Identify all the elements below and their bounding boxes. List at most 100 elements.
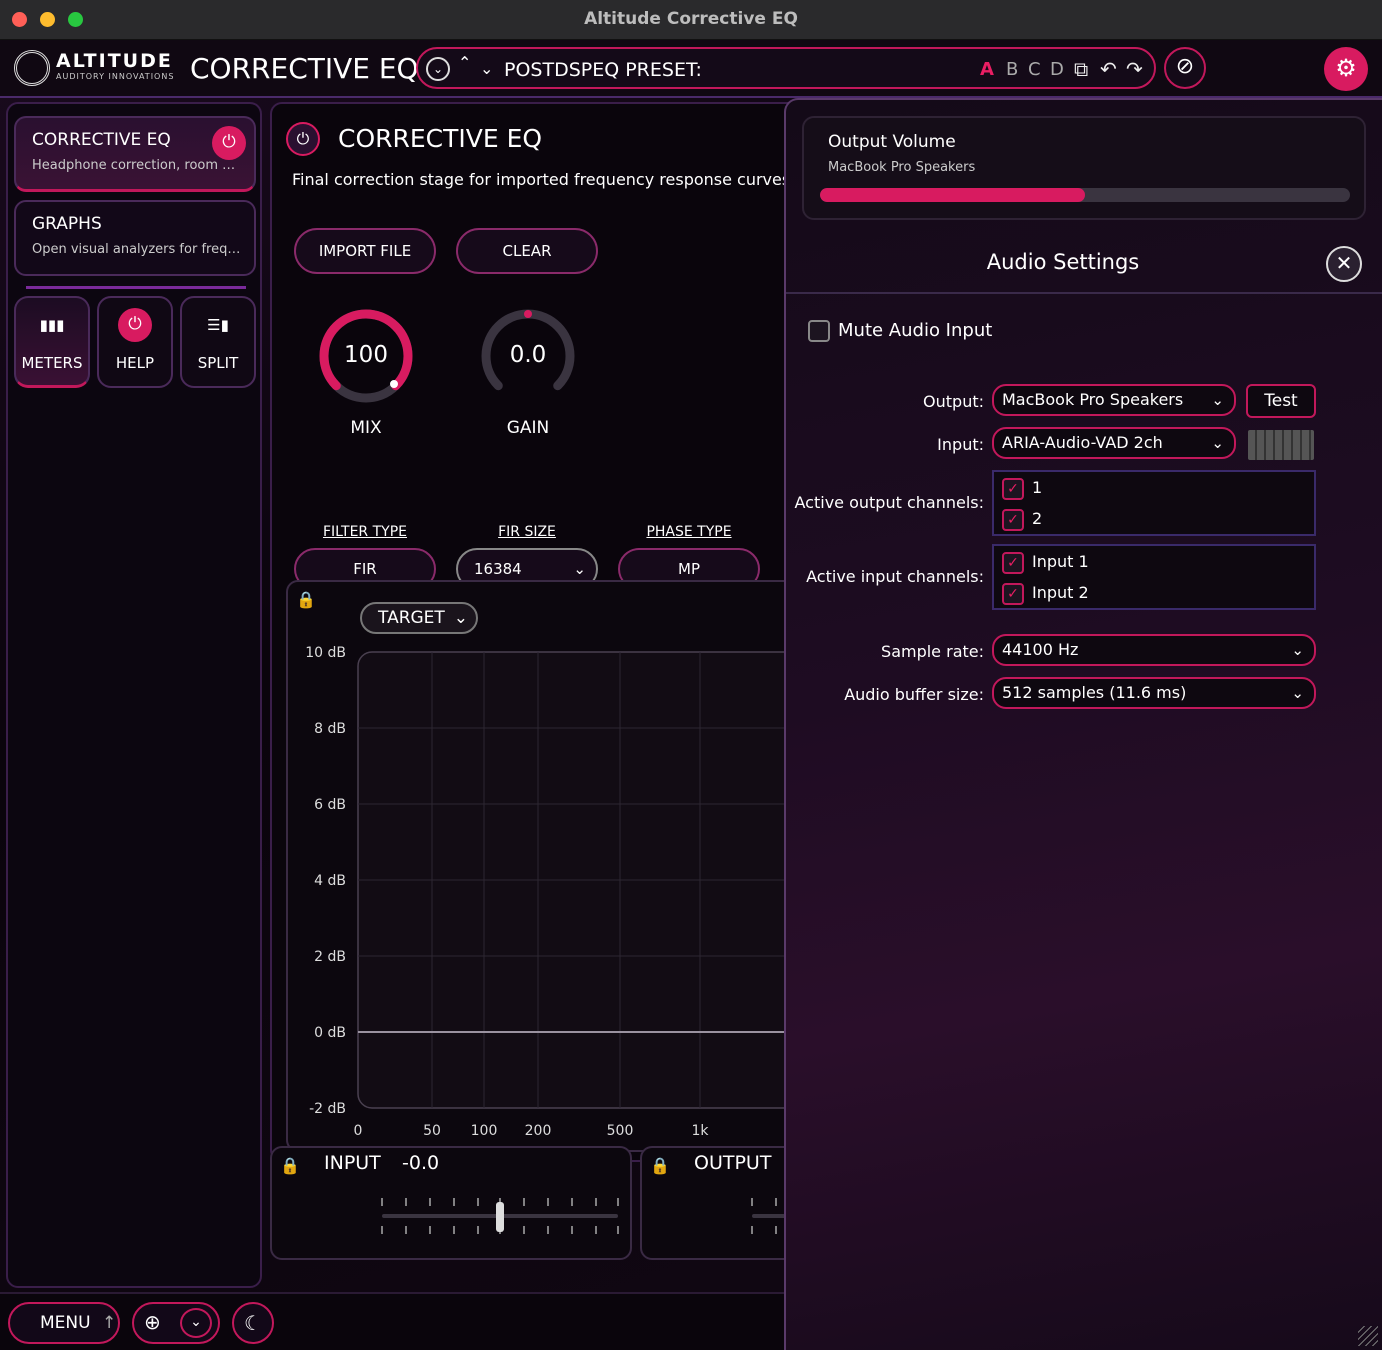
- resize-handle[interactable]: [1358, 1326, 1378, 1346]
- graph-plot: 10 dB 8 dB 6 dB 4 dB 2 dB 0 dB -2 dB 0 5…: [305, 645, 808, 1139]
- plugin-title: CORRECTIVE EQ: [190, 52, 419, 85]
- output-gain-panel: 🔒 OUTPUT: [640, 1146, 786, 1260]
- test-button[interactable]: Test: [1246, 384, 1316, 418]
- globe-icon: ⊕: [144, 1310, 161, 1334]
- brand-name: ALTITUDE: [56, 50, 173, 72]
- split-button[interactable]: ☰▮ SPLIT: [180, 296, 256, 388]
- undo-icon[interactable]: ↶: [1100, 57, 1117, 81]
- close-icon[interactable]: ✕: [1326, 246, 1362, 282]
- gear-icon[interactable]: ⚙: [1324, 47, 1368, 91]
- y-tick-4: 4 dB: [314, 873, 346, 889]
- module-heading: CORRECTIVE EQ: [338, 124, 543, 153]
- bypass-icon[interactable]: ⊘: [1164, 47, 1206, 89]
- audio-settings-title: Audio Settings: [986, 250, 1140, 274]
- mute-audio-checkbox[interactable]: [808, 320, 830, 342]
- input-channel-1-label: Input 1: [1032, 552, 1089, 571]
- x-tick-0: 0: [354, 1123, 363, 1139]
- module-title: CORRECTIVE EQ: [32, 130, 171, 150]
- help-button[interactable]: ⏻ HELP: [97, 296, 173, 388]
- output-volume-device: MacBook Pro Speakers: [828, 160, 976, 175]
- input-device-select[interactable]: ARIA-Audio-VAD 2ch ⌄: [992, 427, 1236, 459]
- x-tick-1k: 1k: [691, 1123, 709, 1139]
- power-icon[interactable]: ⏻: [212, 126, 246, 160]
- input-channel-1-checkbox[interactable]: ✓: [1002, 552, 1024, 574]
- gain-label: GAIN: [506, 418, 550, 438]
- output-device-select[interactable]: MacBook Pro Speakers ⌄: [992, 384, 1236, 416]
- filter-type-label: FILTER TYPE: [322, 524, 408, 540]
- preset-next-icon[interactable]: ⌄: [480, 59, 493, 78]
- output-volume-card: Output Volume MacBook Pro Speakers: [802, 116, 1366, 220]
- settings-divider: [786, 292, 1382, 294]
- chevron-down-icon[interactable]: ⌄: [180, 1308, 212, 1338]
- preset-previous-icon[interactable]: ⌃: [458, 53, 471, 72]
- module-card-graphs[interactable]: GRAPHS Open visual analyzers for freque.…: [14, 200, 256, 276]
- audio-settings-panel: Output Volume MacBook Pro Speakers Audio…: [784, 98, 1382, 1350]
- output-channel-2-label: 2: [1032, 509, 1043, 528]
- x-tick-100: 100: [471, 1123, 498, 1139]
- phase-type-label: PHASE TYPE: [646, 524, 732, 540]
- power-icon[interactable]: ⏻: [286, 122, 320, 156]
- output-channel-1-checkbox[interactable]: ✓: [1002, 478, 1024, 500]
- input-channel-2-checkbox[interactable]: ✓: [1002, 583, 1024, 605]
- import-file-button[interactable]: IMPORT FILE: [294, 228, 436, 274]
- preset-menu-chevron-icon[interactable]: ⌄: [426, 57, 450, 81]
- module-description: Final correction stage for imported freq…: [292, 170, 796, 189]
- bottom-bar: MENU ↑ ⊕ ⌄ ☾: [0, 1292, 784, 1350]
- chevron-down-icon: ⌄: [1291, 641, 1304, 659]
- lock-icon[interactable]: 🔒: [280, 1156, 300, 1175]
- preset-slot-c[interactable]: C: [1028, 59, 1041, 80]
- copy-icon[interactable]: ⧉: [1074, 57, 1088, 81]
- redo-icon[interactable]: ↷: [1126, 57, 1143, 81]
- sample-rate-select[interactable]: 44100 Hz ⌄: [992, 634, 1316, 666]
- split-icon: ☰▮: [207, 316, 229, 334]
- lock-icon[interactable]: 🔒: [650, 1156, 670, 1175]
- moon-icon[interactable]: ☾: [232, 1302, 274, 1344]
- arrow-up-icon: ↑: [101, 1313, 117, 1333]
- language-button[interactable]: ⊕ ⌄: [132, 1302, 220, 1344]
- module-subtitle: Open visual analyzers for freque...: [32, 242, 242, 257]
- input-label: Input:: [937, 435, 984, 454]
- module-card-corrective-eq[interactable]: CORRECTIVE EQ Headphone correction, room…: [14, 116, 256, 192]
- output-volume-slider[interactable]: [820, 188, 1350, 202]
- menu-button[interactable]: MENU ↑: [8, 1302, 120, 1344]
- y-tick-6: 6 dB: [314, 797, 346, 813]
- split-label: SPLIT: [197, 354, 239, 372]
- preset-slot-b[interactable]: B: [1006, 59, 1018, 80]
- preset-slot-d[interactable]: D: [1050, 59, 1064, 80]
- module-subtitle: Headphone correction, room cor...: [32, 158, 242, 173]
- preset-slot-a[interactable]: A: [980, 59, 994, 80]
- sample-rate-value: 44100 Hz: [1002, 640, 1079, 659]
- input-gain-slider[interactable]: [372, 1192, 632, 1242]
- output-volume-fill: [820, 188, 1085, 202]
- buffer-size-select[interactable]: 512 samples (11.6 ms) ⌄: [992, 677, 1316, 709]
- module-title: GRAPHS: [32, 214, 102, 234]
- output-volume-title: Output Volume: [828, 132, 956, 152]
- app: ALTITUDE AUDITORY INNOVATIONS CORRECTIVE…: [0, 40, 1382, 1350]
- input-value: -0.0: [402, 1152, 440, 1174]
- brand-subtitle: AUDITORY INNOVATIONS: [56, 72, 175, 81]
- mix-value: 100: [344, 342, 388, 368]
- gain-value: 0.0: [509, 342, 547, 368]
- sample-rate-label: Sample rate:: [881, 642, 984, 661]
- input-gain-panel: 🔒 INPUT -0.0: [270, 1146, 632, 1260]
- buffer-size-label: Audio buffer size:: [844, 685, 984, 704]
- fir-size-value: 16384: [474, 560, 522, 578]
- input-device-value: ARIA-Audio-VAD 2ch: [1002, 433, 1163, 452]
- preset-bar: ⌄ ⌃ ⌄ POSTDSPEQ PRESET: A B C D ⧉ ↶ ↷: [416, 47, 1156, 89]
- preset-label: POSTDSPEQ PRESET:: [504, 59, 702, 81]
- output-channel-2-checkbox[interactable]: ✓: [1002, 509, 1024, 531]
- y-tick-8: 8 dB: [314, 721, 346, 737]
- window-titlebar: Altitude Corrective EQ: [0, 0, 1382, 40]
- input-level-meter: [1248, 430, 1314, 460]
- output-gain-slider[interactable]: [742, 1192, 786, 1242]
- meters-button[interactable]: ▮▮▮ METERS: [14, 296, 90, 388]
- output-device-value: MacBook Pro Speakers: [1002, 390, 1184, 409]
- y-tick-minus2: -2 dB: [309, 1101, 346, 1117]
- sidebar-divider: [26, 286, 246, 289]
- input-channels-list: ✓ Input 1 ✓ Input 2: [992, 544, 1316, 610]
- buffer-size-value: 512 samples (11.6 ms): [1002, 683, 1187, 702]
- y-tick-0: 0 dB: [314, 1025, 346, 1041]
- input-label: INPUT: [324, 1152, 381, 1174]
- help-label: HELP: [115, 354, 155, 372]
- clear-button[interactable]: CLEAR: [456, 228, 598, 274]
